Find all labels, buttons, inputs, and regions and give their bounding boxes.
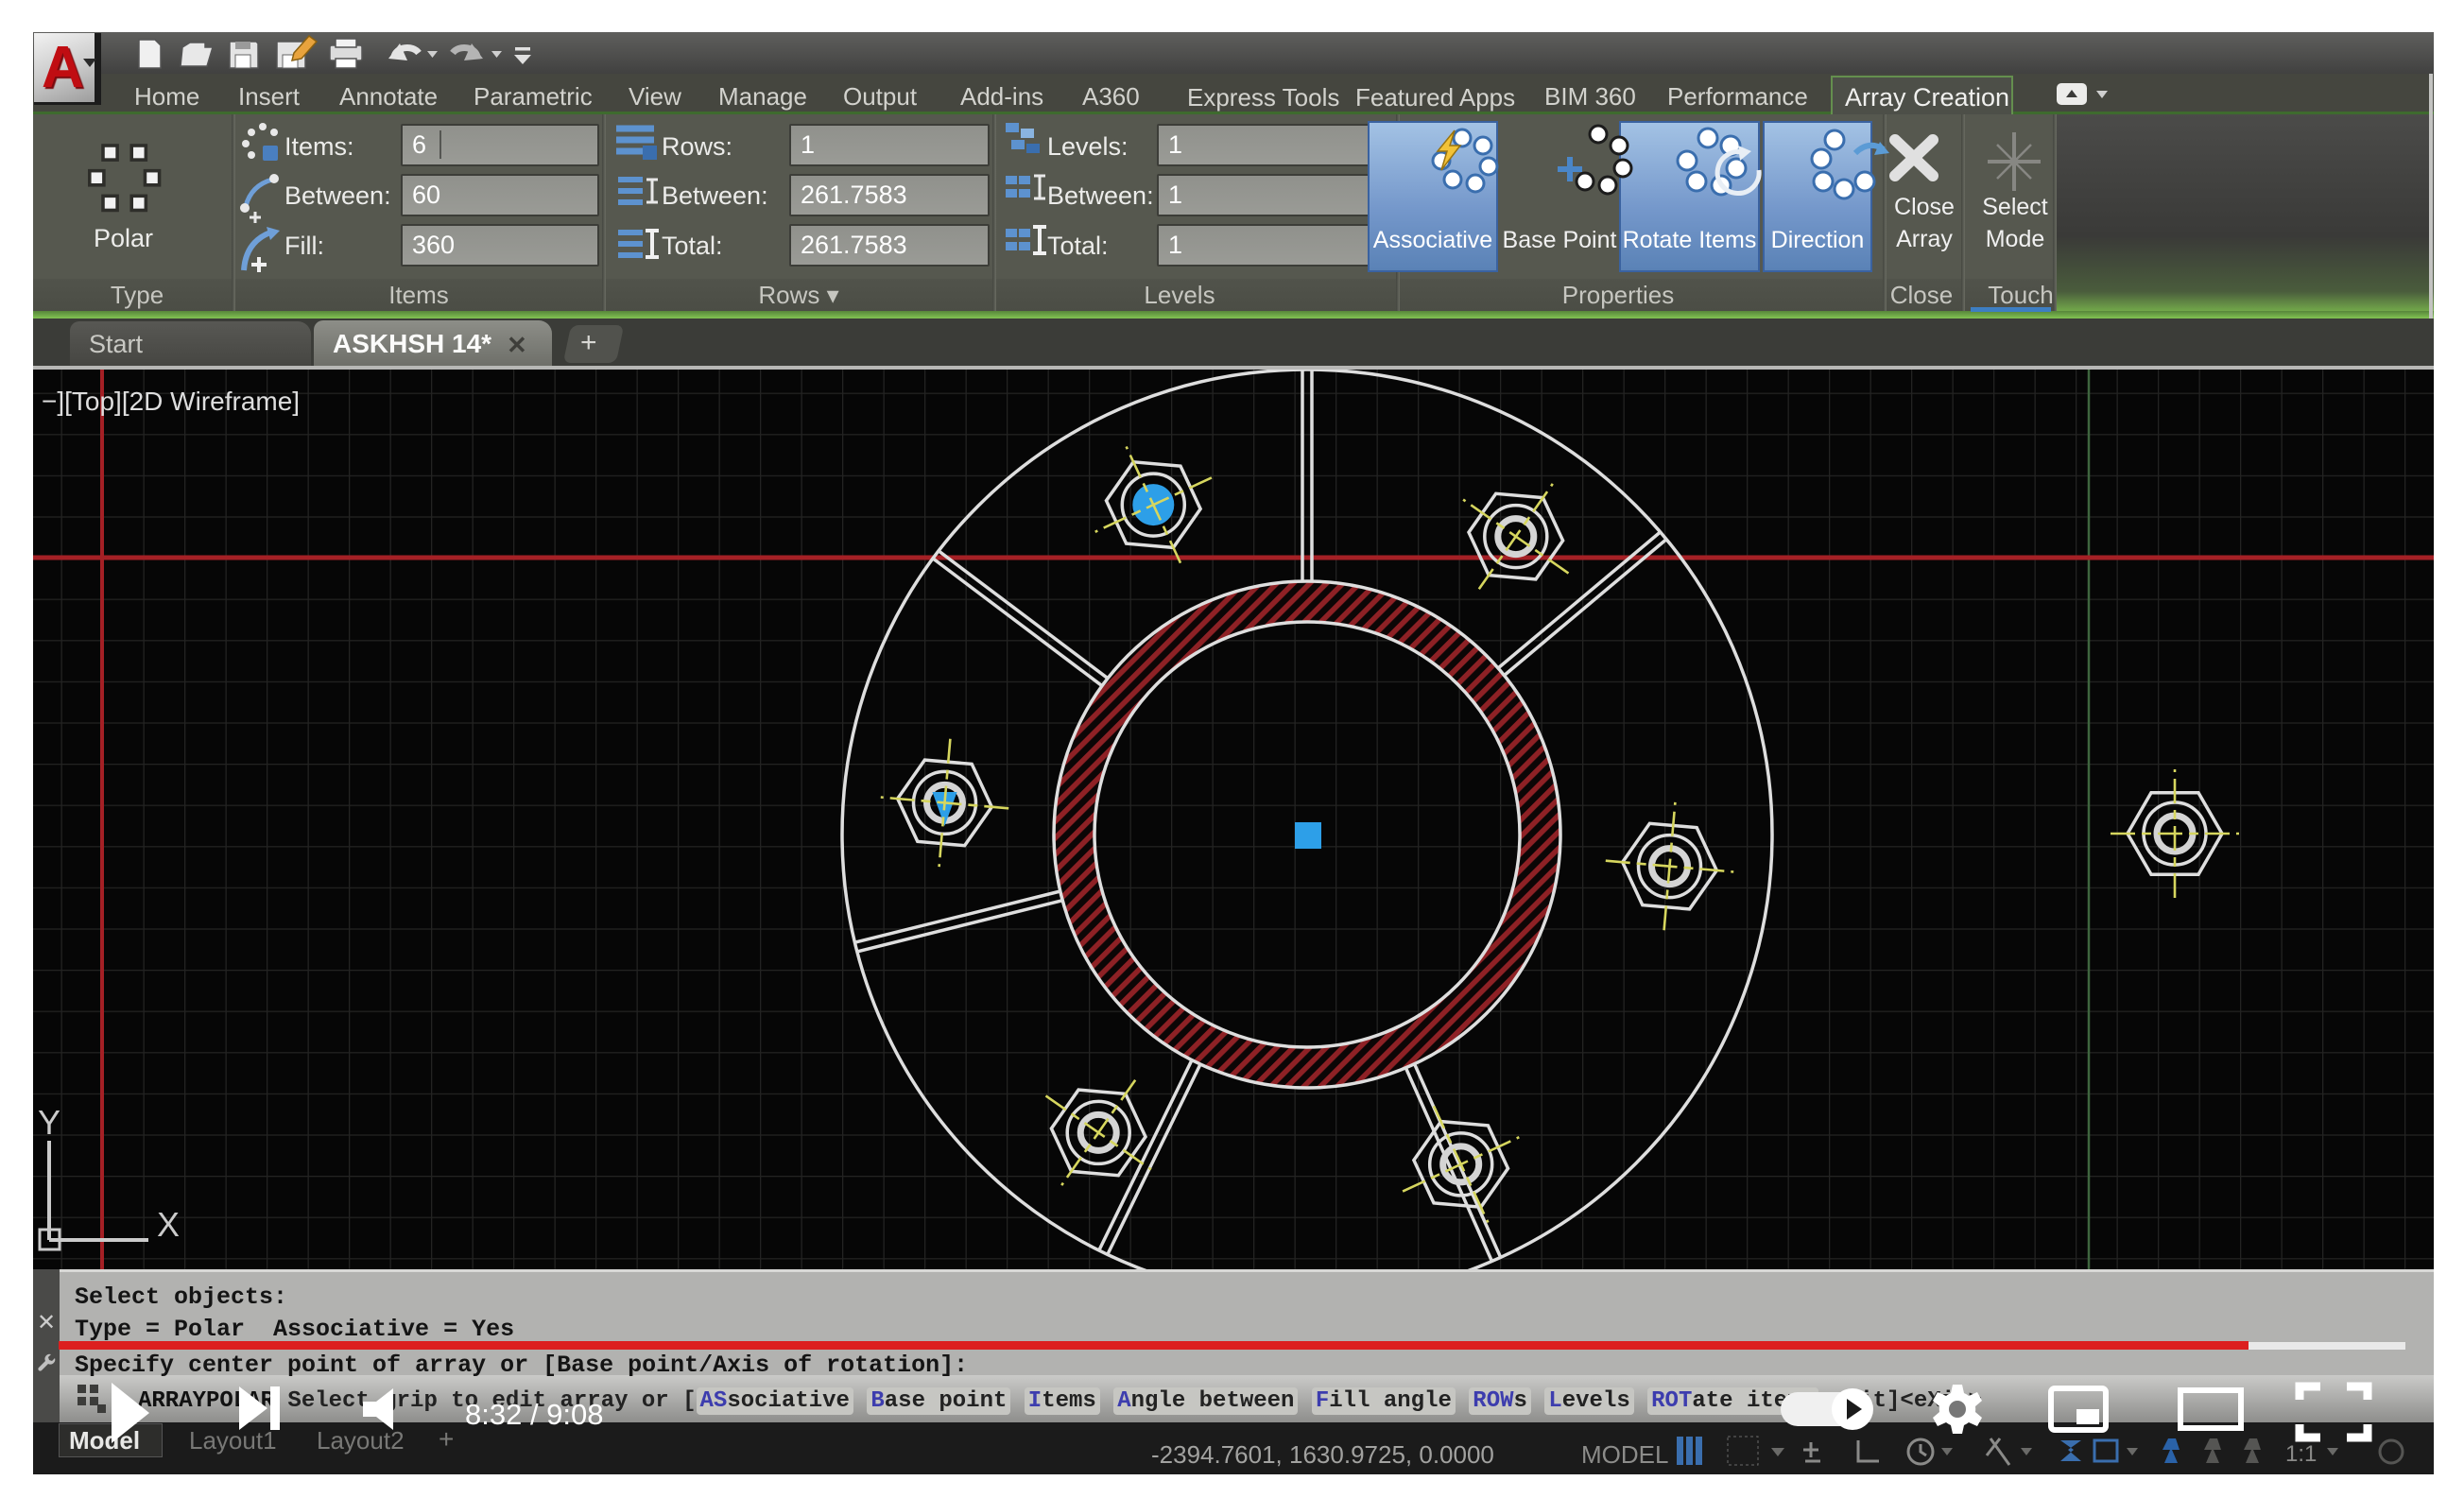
svg-text:Y: Y [38,1103,60,1142]
svg-text:X: X [157,1205,180,1244]
svg-text:8:32 / 9:08: 8:32 / 9:08 [465,1398,604,1431]
svg-text:−][Top][2D Wireframe]: −][Top][2D Wireframe] [42,387,300,416]
